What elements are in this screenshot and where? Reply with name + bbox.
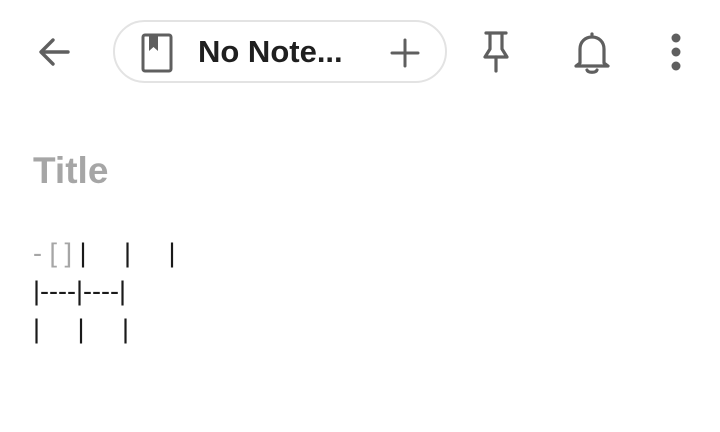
notebook-chip[interactable]: No Note...	[113, 20, 447, 83]
more-options-button[interactable]	[652, 26, 700, 78]
more-vertical-icon	[671, 33, 681, 71]
plus-icon	[390, 38, 420, 68]
top-toolbar: No Note...	[0, 0, 720, 104]
note-line-text: |----|----|	[33, 276, 126, 306]
pin-button[interactable]	[472, 26, 520, 78]
note-line: |----|----|	[33, 272, 633, 310]
bell-icon	[574, 32, 610, 74]
checklist-prefix: - [ ]	[33, 238, 80, 268]
pin-icon	[483, 31, 509, 73]
back-button[interactable]	[30, 28, 78, 76]
note-line: | | |	[33, 310, 633, 348]
note-line-text: | | |	[79, 238, 176, 268]
note-body-editor[interactable]: - [ ] | | | |----|----| | | |	[33, 234, 633, 348]
note-line: - [ ] | | |	[33, 234, 633, 272]
note-line-text: | | |	[33, 314, 130, 344]
notebook-chip-label: No Note...	[198, 34, 343, 69]
notebook-bookmark-icon	[141, 32, 173, 74]
arrow-left-icon	[39, 38, 70, 66]
add-notebook-button[interactable]	[385, 33, 425, 73]
note-title-field[interactable]: Title	[33, 146, 108, 196]
reminder-button[interactable]	[566, 26, 618, 78]
